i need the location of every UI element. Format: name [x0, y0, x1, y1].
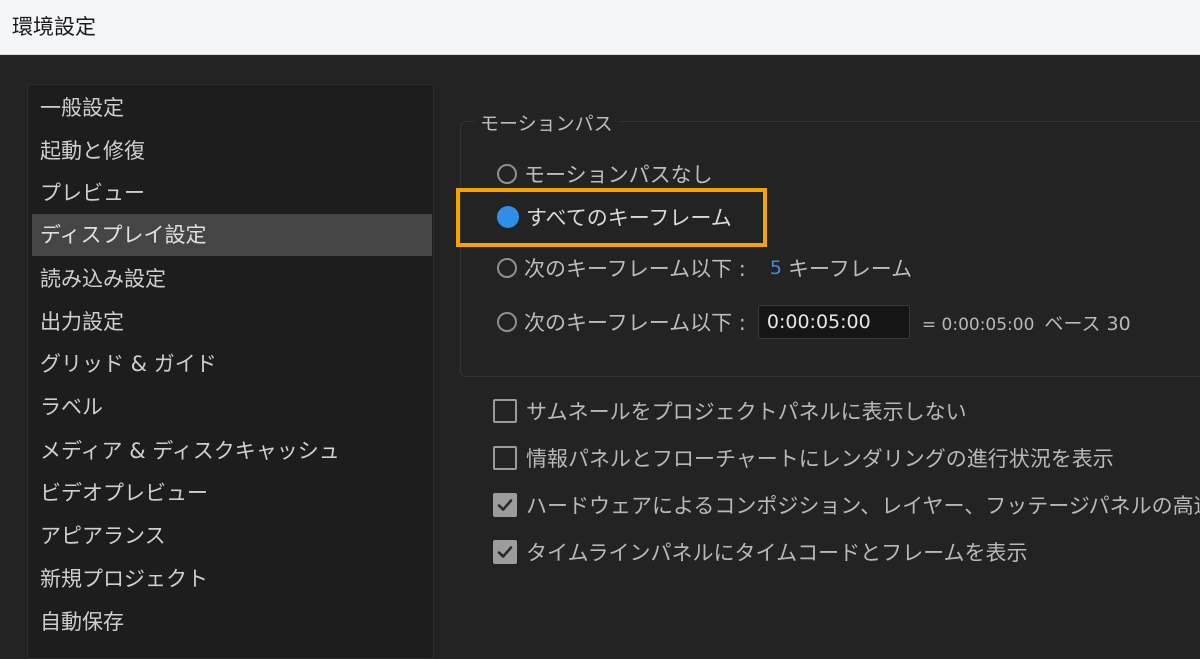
radio-keyframe-count[interactable]: 次のキーフレーム以下 : 5 キーフレーム [497, 251, 912, 285]
radio-label: 次のキーフレーム以下 : [524, 257, 746, 281]
checkbox-hardware-acceleration[interactable]: ハードウェアによるコンポジション、レイヤー、フッテージパネルの高速化 [493, 488, 1200, 522]
checkbox-hide-thumbnails[interactable]: サムネールをプロジェクトパネルに表示しない [493, 394, 967, 428]
motion-path-group-title: モーションパス [474, 111, 619, 137]
sidebar-item-media-disk-cache[interactable]: メディア & ディスクキャッシュ [32, 430, 432, 472]
keyframe-count-value[interactable]: 5 [770, 257, 782, 279]
sidebar-item-display[interactable]: ディスプレイ設定 [32, 214, 432, 256]
radio-keyframe-timecode[interactable]: 次のキーフレーム以下 : 0:00:05:00 = 0:00:05:00 ベース … [497, 305, 1131, 339]
radio-circle-icon[interactable] [497, 164, 517, 184]
sidebar-item-appearance[interactable]: アピアランス [32, 515, 432, 557]
sidebar-item-output[interactable]: 出力設定 [32, 301, 432, 343]
sidebar-item-video-preview[interactable]: ビデオプレビュー [32, 472, 432, 514]
radio-circle-icon[interactable] [497, 312, 517, 332]
sidebar-item-new-project[interactable]: 新規プロジェクト [32, 558, 432, 600]
sidebar-item-general[interactable]: 一般設定 [32, 87, 432, 129]
sidebar-item-startup-repair[interactable]: 起動と修復 [32, 130, 432, 172]
title-bar: 環境設定 [0, 0, 1200, 55]
sidebar-item-auto-save[interactable]: 自動保存 [32, 601, 432, 643]
sidebar-item-labels[interactable]: ラベル [32, 386, 432, 428]
timecode-input[interactable]: 0:00:05:00 [757, 305, 910, 339]
highlight-box [456, 188, 767, 247]
checkbox-label: サムネールをプロジェクトパネルに表示しない [526, 400, 967, 424]
timecode-base: ベース 30 [1044, 312, 1131, 335]
radio-circle-icon[interactable] [497, 258, 517, 278]
checkbox-empty-icon[interactable] [493, 399, 517, 423]
checkmark-icon[interactable] [493, 493, 517, 517]
sidebar-item-import[interactable]: 読み込み設定 [32, 258, 432, 300]
sidebar-item-previews[interactable]: プレビュー [32, 172, 432, 214]
checkbox-label: 情報パネルとフローチャートにレンダリングの進行状況を表示 [526, 447, 1114, 471]
checkmark-icon[interactable] [493, 540, 517, 564]
radio-no-motion-path[interactable]: モーションパスなし [497, 157, 713, 191]
checkbox-label: タイムラインパネルにタイムコードとフレームを表示 [526, 541, 1028, 565]
checkbox-show-timecode-frames[interactable]: タイムラインパネルにタイムコードとフレームを表示 [493, 535, 1027, 569]
checkbox-empty-icon[interactable] [493, 446, 517, 470]
keyframe-count-unit: キーフレーム [787, 257, 913, 281]
window-title: 環境設定 [12, 15, 96, 39]
radio-label: 次のキーフレーム以下 : [524, 311, 746, 335]
checkbox-label: ハードウェアによるコンポジション、レイヤー、フッテージパネルの高速化 [526, 494, 1200, 518]
timecode-equals: = 0:00:05:00 [921, 314, 1035, 335]
checkbox-render-progress[interactable]: 情報パネルとフローチャートにレンダリングの進行状況を表示 [493, 441, 1114, 475]
category-list[interactable]: 一般設定 起動と修復 プレビュー ディスプレイ設定 読み込み設定 出力設定 グリ… [27, 84, 434, 659]
radio-label: モーションパスなし [524, 163, 713, 187]
timecode-info: = 0:00:05:00 ベース 30 [922, 309, 1131, 336]
sidebar-item-grids-guides[interactable]: グリッド & ガイド [32, 343, 432, 385]
